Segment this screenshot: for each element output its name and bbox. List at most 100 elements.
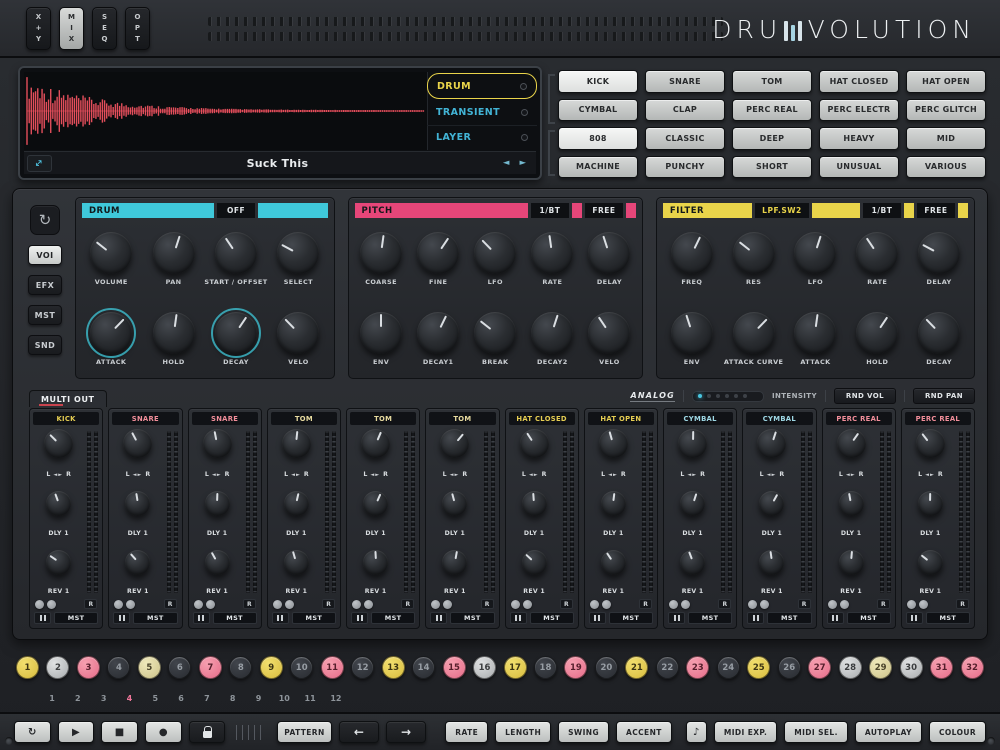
- step-2[interactable]: 2: [46, 656, 70, 679]
- step-7[interactable]: 7: [198, 656, 222, 679]
- category-classic[interactable]: CLASSIC: [645, 127, 725, 150]
- step-3[interactable]: 3: [76, 656, 100, 679]
- knob-decay[interactable]: [210, 307, 261, 358]
- pattern-slot-10[interactable]: 10: [274, 694, 294, 703]
- led-button[interactable]: [827, 599, 837, 609]
- knob-delay[interactable]: [918, 232, 961, 275]
- knob-fine[interactable]: [417, 232, 460, 275]
- knob-hold[interactable]: [856, 311, 899, 354]
- led-button[interactable]: [760, 599, 770, 609]
- category-perc-glitch[interactable]: PERC GLITCH: [906, 98, 986, 121]
- loop-button[interactable]: ↻: [14, 721, 51, 743]
- led-button[interactable]: [126, 599, 136, 609]
- pattern-slot-5[interactable]: 5: [145, 694, 165, 703]
- record-button[interactable]: ●: [145, 721, 182, 743]
- led-button[interactable]: [205, 599, 215, 609]
- route-button[interactable]: R: [876, 599, 890, 609]
- route-button[interactable]: R: [797, 599, 811, 609]
- fit-view-button[interactable]: ↔: [27, 154, 52, 172]
- lock-button[interactable]: [188, 721, 226, 743]
- mute-button[interactable]: [747, 612, 765, 624]
- layer-tab-layer[interactable]: LAYER: [427, 126, 537, 150]
- led-button[interactable]: [284, 599, 294, 609]
- strip-volume-knob[interactable]: [915, 429, 945, 458]
- led-button[interactable]: [510, 599, 520, 609]
- pattern-slot-11[interactable]: 11: [300, 694, 320, 703]
- strip-pan-knob[interactable]: [204, 491, 230, 517]
- pattern-slot-8[interactable]: 8: [223, 694, 243, 703]
- led-button[interactable]: [839, 599, 849, 609]
- next-pattern-button[interactable]: →: [386, 721, 427, 743]
- led-button[interactable]: [669, 599, 678, 609]
- strip-volume-knob[interactable]: [281, 429, 311, 458]
- category-short[interactable]: SHORT: [732, 155, 812, 178]
- header-seg-free[interactable]: FREE: [584, 203, 623, 218]
- waveform[interactable]: [24, 72, 428, 150]
- step-30[interactable]: 30: [899, 656, 923, 679]
- category-cymbal[interactable]: CYMBAL: [558, 98, 638, 121]
- nav-opt[interactable]: OPT: [125, 7, 150, 50]
- mute-button[interactable]: [509, 612, 527, 624]
- mute-button[interactable]: [271, 612, 289, 624]
- category-machine[interactable]: MACHINE: [558, 155, 638, 178]
- strip-delay-knob[interactable]: [204, 549, 230, 575]
- knob-lfo[interactable]: [794, 232, 837, 275]
- knob-break[interactable]: [474, 311, 517, 354]
- route-button[interactable]: R: [639, 599, 652, 609]
- knob-lfo[interactable]: [474, 232, 517, 275]
- mute-button[interactable]: [430, 612, 448, 624]
- step-12[interactable]: 12: [351, 656, 375, 679]
- category-perc-electr[interactable]: PERC ELECTR: [819, 98, 899, 121]
- master-out-button[interactable]: MST: [767, 612, 812, 624]
- header-seg-lpf-sw2[interactable]: LPF.SW2: [755, 203, 809, 218]
- strip-volume-knob[interactable]: [836, 429, 866, 458]
- header-seg-1-bt[interactable]: 1/BT: [862, 203, 901, 218]
- route-button[interactable]: R: [401, 599, 415, 609]
- step-22[interactable]: 22: [655, 656, 679, 679]
- random-volume-button[interactable]: RND VOL: [833, 388, 896, 404]
- knob-rate[interactable]: [531, 232, 574, 275]
- strip-pan-knob[interactable]: [917, 491, 943, 517]
- toolbar-rate[interactable]: RATE: [445, 721, 489, 743]
- knob-decay2[interactable]: [531, 311, 574, 354]
- multi-out-tab[interactable]: MULTI OUT: [29, 390, 107, 407]
- strip-delay-knob[interactable]: [917, 549, 943, 575]
- knob-decay[interactable]: [918, 311, 961, 354]
- strip-delay-knob[interactable]: [283, 549, 309, 575]
- category-snare[interactable]: SNARE: [645, 70, 725, 93]
- strip-delay-knob[interactable]: [600, 549, 626, 575]
- knob-velo[interactable]: [588, 311, 631, 354]
- step-26[interactable]: 26: [777, 656, 801, 679]
- side-voi[interactable]: VOI: [28, 245, 62, 265]
- strip-volume-knob[interactable]: [123, 429, 153, 458]
- strip-volume-knob[interactable]: [757, 429, 787, 458]
- strip-delay-knob[interactable]: [363, 549, 389, 575]
- strip-delay-knob[interactable]: [521, 549, 547, 575]
- intensity-slider[interactable]: [691, 390, 764, 402]
- toolbar-accent[interactable]: ACCENT: [616, 721, 672, 743]
- play-button[interactable]: ▶: [57, 721, 95, 743]
- mute-button[interactable]: [668, 612, 685, 624]
- category-perc-real[interactable]: PERC REAL: [732, 98, 812, 121]
- led-button[interactable]: [681, 599, 690, 609]
- mute-button[interactable]: [351, 612, 368, 624]
- route-button[interactable]: R: [559, 599, 573, 609]
- master-out-button[interactable]: MST: [688, 612, 733, 624]
- step-4[interactable]: 4: [107, 656, 131, 679]
- led-button[interactable]: [906, 599, 916, 609]
- strip-pan-knob[interactable]: [363, 491, 389, 517]
- stop-button[interactable]: ■: [101, 721, 139, 743]
- strip-delay-knob[interactable]: [46, 549, 72, 575]
- header-seg-free[interactable]: FREE: [916, 203, 955, 218]
- pattern-slot-9[interactable]: 9: [249, 694, 269, 703]
- route-button[interactable]: R: [242, 599, 256, 609]
- knob-env[interactable]: [360, 311, 403, 354]
- strip-delay-knob[interactable]: [759, 549, 785, 575]
- strip-pan-knob[interactable]: [46, 491, 72, 517]
- knob-velo[interactable]: [277, 311, 320, 354]
- category-mid[interactable]: MID: [906, 127, 986, 150]
- master-out-button[interactable]: MST: [450, 612, 495, 624]
- strip-volume-knob[interactable]: [519, 429, 549, 458]
- pattern-slot-12[interactable]: 12: [326, 694, 346, 703]
- knob-env[interactable]: [670, 311, 713, 354]
